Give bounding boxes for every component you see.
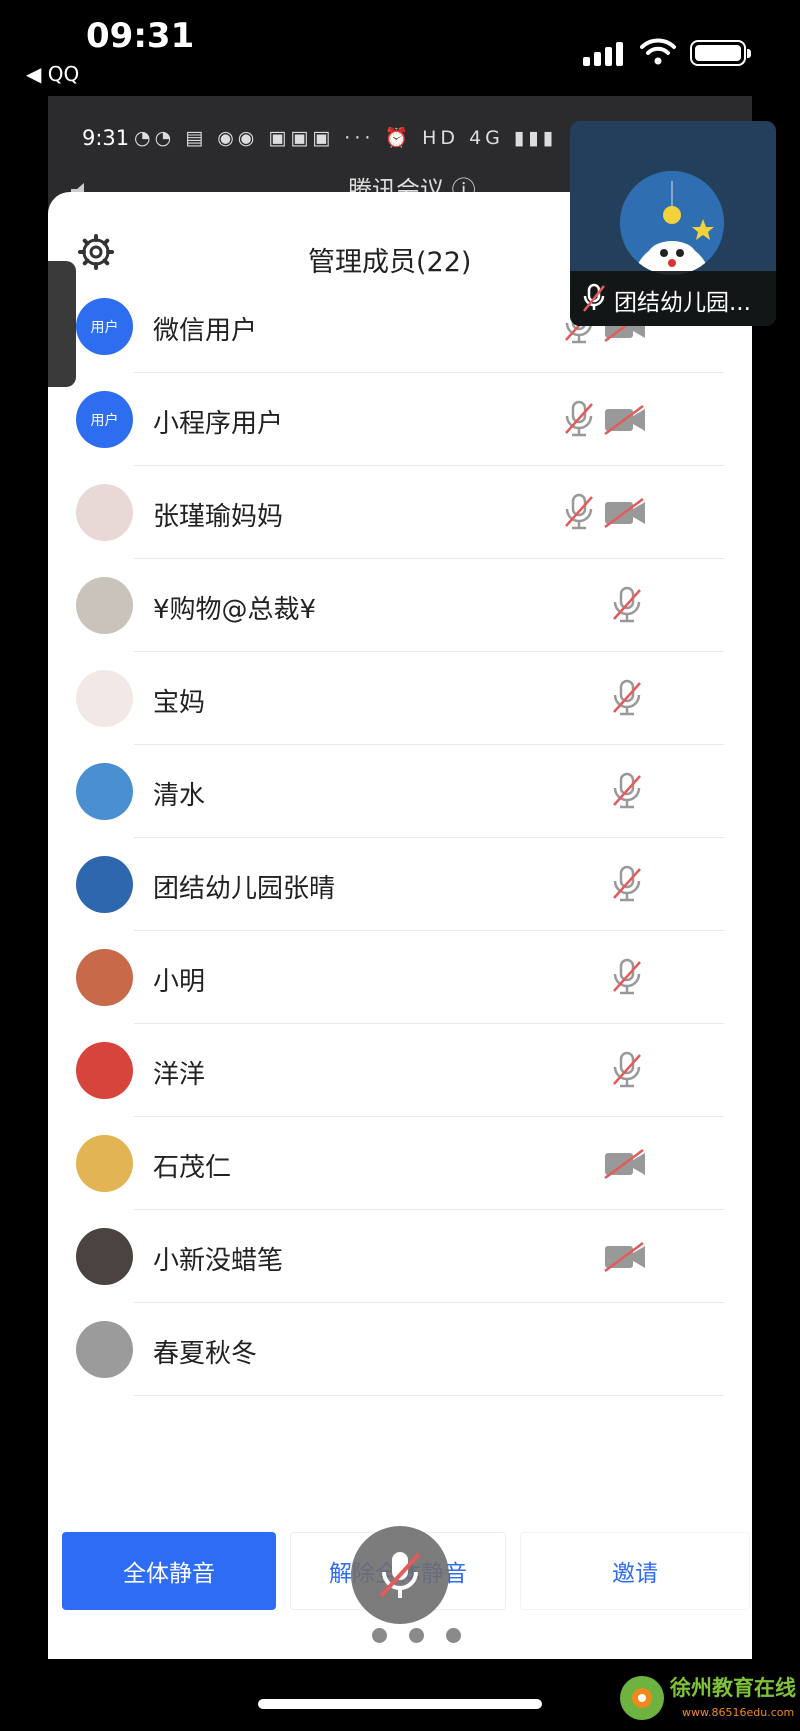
mic-muted-icon[interactable] [563,493,595,531]
camera-off-icon[interactable] [603,1148,647,1180]
watermark-logo: 徐州教育在线 www.86516edu.com [614,1668,800,1731]
mic-muted-icon[interactable] [611,958,643,996]
avatar [76,763,133,820]
member-row[interactable]: 洋洋 [48,1024,752,1117]
avatar: 用户 [76,391,133,448]
member-row[interactable]: 清水 [48,745,752,838]
video-participant-name: 团结幼儿园... [614,290,751,316]
member-name: 团结幼儿园张晴 [153,874,336,904]
mic-muted-icon [379,1552,421,1598]
mic-muted-icon[interactable] [563,400,595,438]
manage-members-panel: 管理成员(22) 用户 微信用户 用户 小程序用户 张瑾瑜妈妈 ¥购物@总裁¥ 宝妈… [48,192,752,1659]
member-name: 宝妈 [153,688,206,718]
video-avatar [620,171,724,275]
invite-button[interactable]: 邀请 [520,1532,750,1610]
camera-off-icon[interactable] [603,404,647,436]
cellular-signal-icon [583,38,625,66]
member-name: 清水 [153,781,206,811]
member-list: 用户 微信用户 用户 小程序用户 张瑾瑜妈妈 ¥购物@总裁¥ 宝妈 清水 团结幼儿园… [48,280,752,1396]
home-indicator[interactable] [258,1699,542,1709]
avatar: 用户 [76,298,133,355]
member-name: 小明 [153,967,206,997]
member-row[interactable]: 石茂仁 [48,1117,752,1210]
mic-muted-icon[interactable] [611,772,643,810]
floating-video-window[interactable]: 团结幼儿园... [570,121,776,326]
ios-status-bar: 09:31 ◀ QQ [0,0,800,95]
avatar [76,1228,133,1285]
member-name: 洋洋 [153,1060,206,1090]
avatar [76,1135,133,1192]
floating-mic-button[interactable] [351,1526,449,1624]
member-row[interactable]: 春夏秋冬 [48,1303,752,1396]
battery-icon [690,40,751,66]
member-row[interactable]: 小新没蜡笔 [48,1210,752,1303]
avatar [76,670,133,727]
avatar [76,1042,133,1099]
member-row[interactable]: ¥购物@总裁¥ [48,559,752,652]
member-name: 春夏秋冬 [153,1339,258,1369]
mic-muted-icon[interactable] [611,1051,643,1089]
mic-muted-icon [583,283,605,312]
watermark-text: 徐州教育在线 [670,1676,796,1700]
avatar [76,856,133,913]
panel-title: 管理成员(22) [308,247,472,278]
member-name: 石茂仁 [153,1153,232,1183]
avatar [76,577,133,634]
member-row[interactable]: 小明 [48,931,752,1024]
member-name: 小新没蜡笔 [153,1246,284,1276]
page-indicator-dots [372,1628,472,1648]
member-row[interactable]: 宝妈 [48,652,752,745]
member-name: 小程序用户 [153,409,284,439]
notification-icons: ◔◔ ▤ ◉◉ ▣▣▣ ··· ⏰ HD 4G ▮▮▮ [134,127,558,149]
mic-muted-icon[interactable] [611,865,643,903]
member-row[interactable]: 张瑾瑜妈妈 [48,466,752,559]
member-row[interactable]: 团结幼儿园张晴 [48,838,752,931]
avatar [76,949,133,1006]
gear-icon[interactable] [76,232,116,272]
mic-muted-icon[interactable] [611,586,643,624]
android-clock: 9:31 [82,126,130,150]
phone-screen: 9:31 ◔◔ ▤ ◉◉ ▣▣▣ ··· ⏰ HD 4G ▮▮▮ 腾讯会议 ⓘ … [48,96,752,1659]
mic-muted-icon[interactable] [611,679,643,717]
member-name: ¥购物@总裁¥ [153,595,317,625]
camera-off-icon[interactable] [603,497,647,529]
avatar [76,484,133,541]
watermark-url: www.86516edu.com [682,1706,795,1719]
back-to-qq-link[interactable]: ◀ QQ [26,62,79,86]
camera-off-icon[interactable] [603,1241,647,1273]
side-handle[interactable] [48,261,76,387]
ios-clock: 09:31 [86,16,195,56]
wifi-icon [640,38,676,65]
avatar [76,1321,133,1378]
member-name: 张瑾瑜妈妈 [153,502,284,532]
member-name: 微信用户 [153,316,258,346]
mute-all-button[interactable]: 全体静音 [62,1532,276,1610]
video-name-bar: 团结幼儿园... [570,271,776,326]
member-row[interactable]: 用户 小程序用户 [48,373,752,466]
